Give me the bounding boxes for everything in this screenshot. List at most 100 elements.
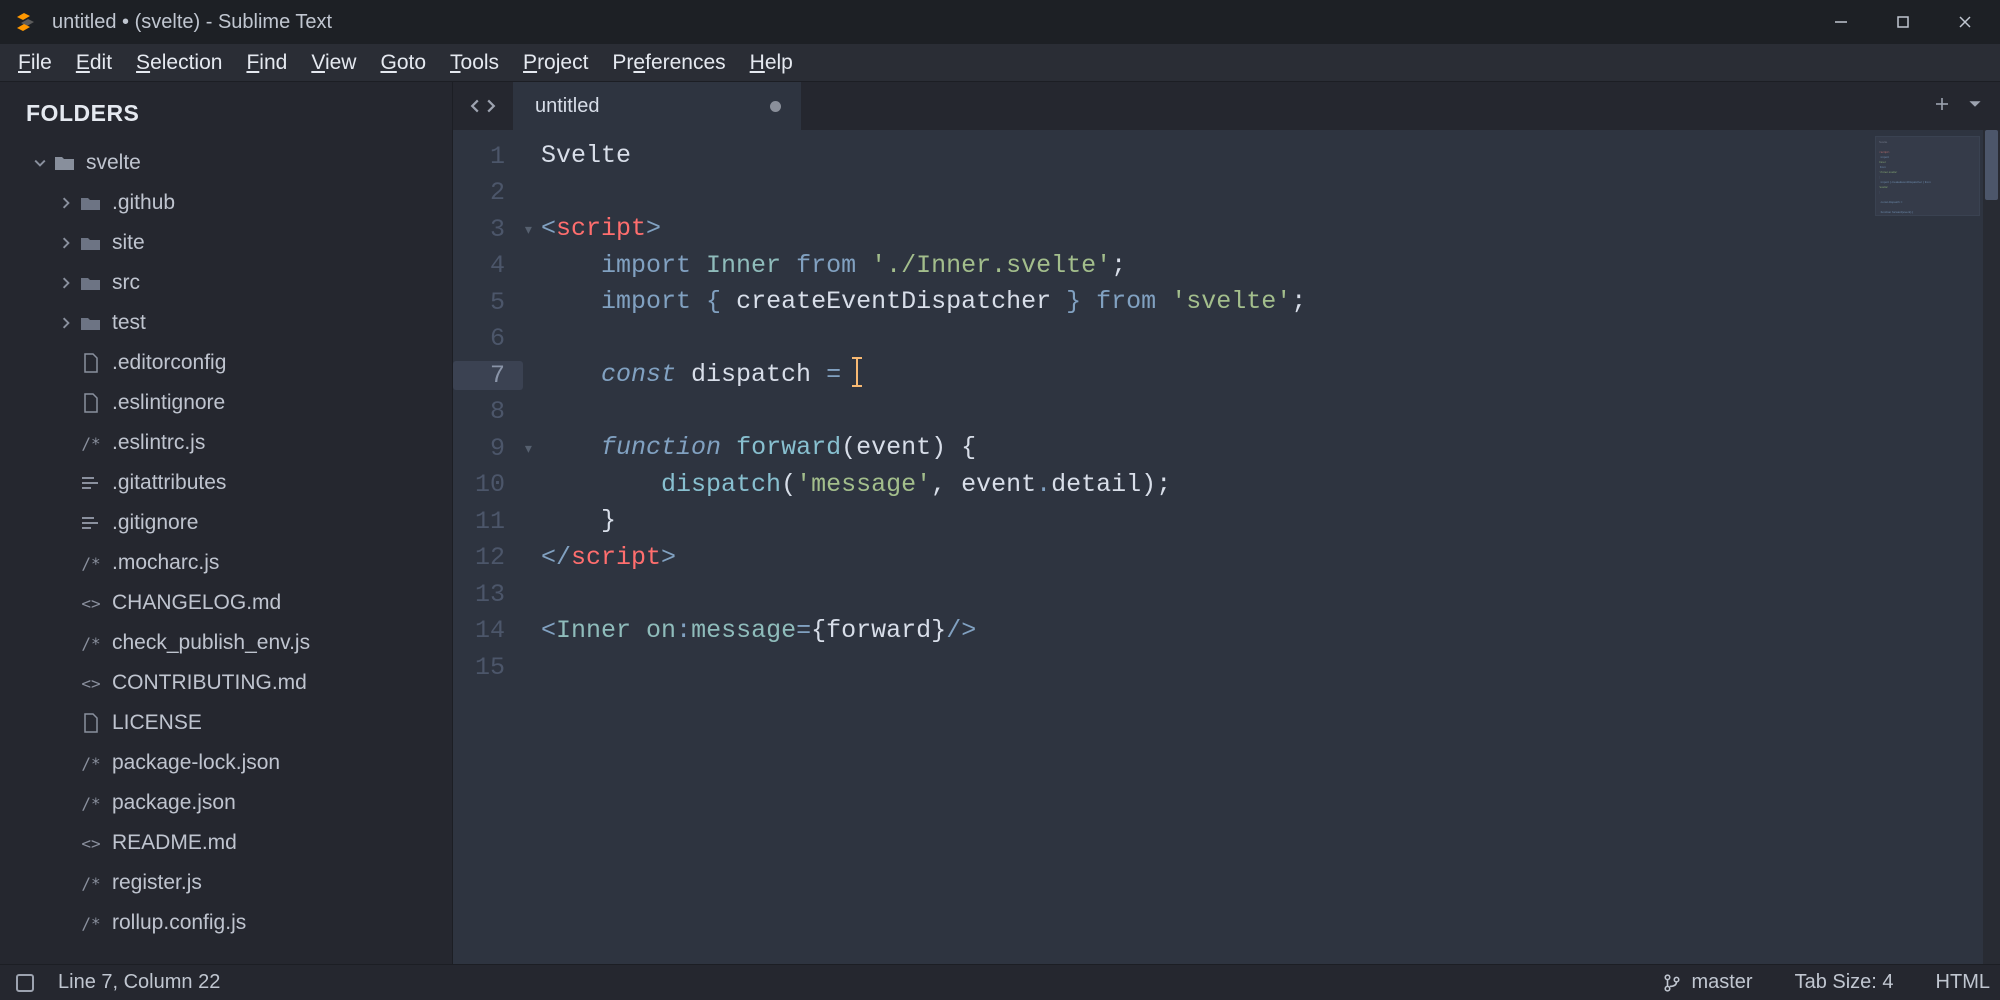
folder-open-icon [54,154,76,172]
git-branch-icon [1663,974,1681,992]
status-position[interactable]: Line 7, Column 22 [58,971,220,994]
tab-label: untitled [535,95,600,118]
code-line[interactable]: import { createEventDispatcher } from 's… [541,284,2000,321]
tab-untitled[interactable]: untitled [513,82,801,130]
tree-item--eslintrc-js[interactable]: /*.eslintrc.js [0,423,452,463]
menu-preferences[interactable]: Preferences [600,51,737,75]
code-line[interactable]: const dispatch = [541,357,2000,394]
md-icon: <> [80,674,102,693]
code-line[interactable]: import Inner from './Inner.svelte'; [541,248,2000,285]
code-line[interactable] [541,649,2000,686]
expand-icon [58,915,74,931]
app-logo-icon [14,10,38,34]
tree-item-package-lock-json[interactable]: /*package-lock.json [0,743,452,783]
menu-selection[interactable]: Selection [124,51,234,75]
tree-item-check-publish-env-js[interactable]: /*check_publish_env.js [0,623,452,663]
tree-item--gitattributes[interactable]: .gitattributes [0,463,452,503]
minimap[interactable]: Svelte <script> import Inner from './Inn… [1875,136,1980,216]
tree-item-src[interactable]: src [0,263,452,303]
vertical-scrollbar[interactable] [1983,130,2000,964]
menu-tools[interactable]: Tools [438,51,511,75]
sidebar-heading: FOLDERS [0,82,452,143]
menu-file[interactable]: File [6,51,64,75]
minimize-button[interactable] [1810,0,1872,44]
line-number: 10 [453,470,523,499]
code-line[interactable]: <script> [541,211,2000,248]
maximize-button[interactable] [1872,0,1934,44]
tree-item-package-json[interactable]: /*package.json [0,783,452,823]
tree-item-test[interactable]: test [0,303,452,343]
menu-edit[interactable]: Edit [64,51,124,75]
expand-icon [58,635,74,651]
attr-icon [80,475,102,491]
code-line[interactable]: </script> [541,540,2000,577]
expand-icon [58,275,74,291]
line-number: 3 [453,215,523,244]
tree-item-svelte[interactable]: svelte [0,143,452,183]
tree-item-site[interactable]: site [0,223,452,263]
menu-help[interactable]: Help [738,51,805,75]
expand-icon [58,435,74,451]
expand-icon [58,595,74,611]
expand-icon [58,835,74,851]
code-line[interactable] [541,576,2000,613]
tree-item--gitignore[interactable]: .gitignore [0,503,452,543]
code-line[interactable]: Svelte [541,138,2000,175]
new-tab-button[interactable] [1934,96,1950,117]
tree-item-readme-md[interactable]: <>README.md [0,823,452,863]
menu-project[interactable]: Project [511,51,600,75]
line-number: 4 [453,251,523,280]
line-number: 14 [453,616,523,645]
status-syntax[interactable]: HTML [1936,971,1990,994]
menu-goto[interactable]: Goto [368,51,438,75]
editor-area: untitled 123▾456789▾101112131415 Svelte<… [452,82,2000,964]
code-line[interactable]: function forward(event) { [541,430,2000,467]
tree-item-rollup-config-js[interactable]: /*rollup.config.js [0,903,452,943]
code-icon: /* [80,794,102,813]
file-icon [80,393,102,413]
close-button[interactable] [1934,0,1996,44]
code-line[interactable]: <Inner on:message={forward}/> [541,613,2000,650]
status-git-branch[interactable]: master [1663,971,1752,994]
code-line[interactable] [541,175,2000,212]
file-icon [80,713,102,733]
tab-dropdown-button[interactable] [1968,97,1982,116]
line-number: 9 [453,434,523,463]
status-tab-size[interactable]: Tab Size: 4 [1795,971,1894,994]
panel-switcher-icon[interactable] [16,974,34,992]
tree-item-license[interactable]: LICENSE [0,703,452,743]
folder-icon [80,314,102,332]
tree-item--eslintignore[interactable]: .eslintignore [0,383,452,423]
sidebar: FOLDERS svelte.githubsitesrctest.editorc… [0,82,452,964]
title-bar: untitled • (svelte) - Sublime Text [0,0,2000,44]
folder-icon [80,234,102,252]
folder-tree: svelte.githubsitesrctest.editorconfig.es… [0,143,452,964]
window-title: untitled • (svelte) - Sublime Text [52,11,332,34]
tree-item-contributing-md[interactable]: <>CONTRIBUTING.md [0,663,452,703]
code-line[interactable]: dispatch('message', event.detail); [541,467,2000,504]
folder-icon [80,274,102,292]
code-line[interactable] [541,394,2000,431]
line-number: 12 [453,543,523,572]
line-number: 15 [453,653,523,682]
code-line[interactable]: } [541,503,2000,540]
expand-icon [58,235,74,251]
tab-nav-arrows[interactable] [453,82,513,130]
tree-item-changelog-md[interactable]: <>CHANGELOG.md [0,583,452,623]
file-icon [80,353,102,373]
tree-item--github[interactable]: .github [0,183,452,223]
code-area[interactable]: 123▾456789▾101112131415 Svelte<script> i… [453,130,2000,964]
tree-item--mocharc-js[interactable]: /*.mocharc.js [0,543,452,583]
code-icon: /* [80,554,102,573]
line-number: 7 [453,361,523,390]
tree-item-register-js[interactable]: /*register.js [0,863,452,903]
line-number: 1 [453,142,523,171]
line-number: 8 [453,397,523,426]
menu-find[interactable]: Find [234,51,299,75]
line-number: 2 [453,178,523,207]
code-line[interactable] [541,321,2000,358]
expand-icon [58,515,74,531]
tree-item--editorconfig[interactable]: .editorconfig [0,343,452,383]
window-controls [1810,0,1996,44]
menu-view[interactable]: View [299,51,368,75]
